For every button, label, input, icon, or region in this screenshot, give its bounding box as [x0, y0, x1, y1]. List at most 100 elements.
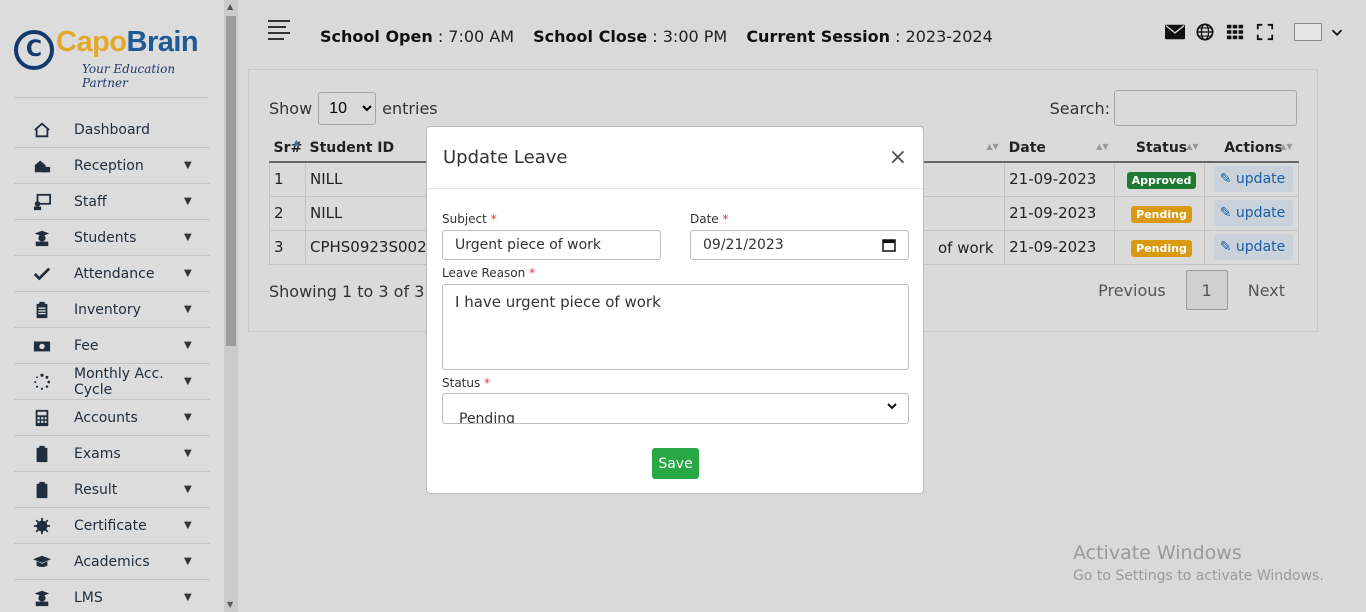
fullscreen-icon[interactable]	[1254, 22, 1276, 42]
clipboard-icon	[28, 445, 56, 463]
separator: :	[889, 27, 906, 46]
sidebar-item-certificate[interactable]: Certificate ▼	[14, 508, 210, 544]
scrollbar-thumb[interactable]	[226, 16, 236, 346]
sidebar-item-students[interactable]: Students ▼	[14, 220, 210, 256]
update-button[interactable]: ✎ update	[1213, 200, 1294, 226]
update-label: update	[1235, 205, 1286, 221]
pagination: Previous 1 Next	[1098, 270, 1285, 310]
sidebar-item-monthly-acc-cycle[interactable]: Monthly Acc. Cycle ▼	[14, 364, 210, 400]
sidebar-item-label: Students	[74, 229, 137, 246]
chevron-down-icon: ▼	[184, 340, 192, 351]
student-id: NILL	[309, 170, 343, 189]
cell-status: Approved	[1114, 161, 1205, 196]
student-icon	[28, 229, 56, 247]
pencil-icon: ✎	[1219, 205, 1232, 221]
sidebar: C CapoBrain Your Education Partner Dashb…	[0, 0, 224, 612]
reception-icon	[28, 157, 56, 175]
cell-sr: 3	[269, 229, 306, 265]
sidebar-item-academics[interactable]: Academics ▼	[14, 544, 210, 580]
chevron-down-icon: ▼	[184, 196, 192, 207]
column-header-sr[interactable]: Sr# ▲	[269, 134, 306, 163]
sidebar-item-reception[interactable]: Reception ▼	[14, 148, 210, 184]
sidebar-item-staff[interactable]: Staff ▼	[14, 184, 210, 220]
scroll-down-icon[interactable]: ▼	[227, 600, 233, 609]
entries-select[interactable]: 10	[318, 92, 377, 125]
chevron-down-icon: ▼	[184, 520, 192, 531]
cell-actions: ✎ update	[1204, 195, 1299, 230]
calendar-icon[interactable]	[882, 238, 896, 256]
sidebar-item-label: LMS	[74, 589, 103, 606]
top-header: School Open : 7:00 AM School Close : 3:0…	[238, 0, 1366, 68]
status-badge: Pending	[1131, 239, 1192, 257]
date-label: Date *	[690, 212, 729, 226]
header-actions	[1160, 22, 1352, 42]
current-session-value: 2023-2024	[905, 27, 993, 46]
column-header-actions[interactable]: Actions ▲▼	[1204, 134, 1299, 163]
scroll-up-icon[interactable]: ▲	[227, 2, 233, 11]
table-info: Showing 1 to 3 of 3 en	[269, 282, 450, 301]
reason-tail: of work	[937, 238, 994, 257]
logo-brain: Brain	[126, 26, 199, 58]
subject-input[interactable]: Urgent piece of work	[442, 230, 661, 260]
sidebar-item-dashboard[interactable]: Dashboard	[14, 112, 210, 148]
pagination-previous[interactable]: Previous	[1098, 281, 1166, 300]
required-marker: *	[529, 266, 536, 280]
column-header-date[interactable]: Date ▲▼	[1004, 134, 1115, 163]
sidebar-item-exams[interactable]: Exams ▼	[14, 436, 210, 472]
chevron-down-icon: ▼	[184, 268, 192, 279]
student-id: NILL	[309, 204, 343, 222]
chevron-down-icon: ▼	[184, 448, 192, 459]
status-badge: Pending	[1131, 205, 1192, 223]
chevron-down-icon: ▼	[184, 556, 192, 567]
watermark-subtitle: Go to Settings to activate Windows.	[1073, 568, 1324, 584]
staff-icon	[28, 193, 56, 211]
pagination-next[interactable]: Next	[1248, 281, 1285, 300]
sidebar-item-label: Monthly Acc. Cycle	[74, 365, 164, 398]
sidebar-item-accounts[interactable]: Accounts ▼	[14, 400, 210, 436]
cell-status: Pending	[1114, 229, 1205, 265]
logo-mark-icon: C	[14, 30, 54, 70]
update-button[interactable]: ✎ update	[1213, 234, 1294, 260]
sidebar-item-label: Fee	[74, 337, 99, 354]
clipboard-icon	[28, 481, 56, 499]
entries-length: Show 10 entries	[269, 92, 438, 125]
close-icon[interactable]: ×	[889, 145, 907, 170]
sidebar-item-fee[interactable]: Fee ▼	[14, 328, 210, 364]
pagination-page-1[interactable]: 1	[1185, 270, 1228, 310]
date-input[interactable]: 09/21/2023	[690, 230, 909, 260]
subject-label: Subject *	[442, 212, 497, 226]
column-header-status[interactable]: Status ▲▼	[1114, 134, 1205, 163]
leave-reason-textarea[interactable]: I have urgent piece of work	[442, 284, 909, 370]
school-close-value: 3:00 PM	[662, 27, 728, 46]
globe-icon[interactable]	[1194, 22, 1216, 42]
sidebar-item-lms[interactable]: LMS ▼	[14, 580, 210, 612]
save-button[interactable]: Save	[652, 448, 699, 479]
user-avatar[interactable]	[1294, 23, 1322, 41]
mail-icon[interactable]	[1164, 22, 1186, 42]
pencil-icon: ✎	[1219, 171, 1232, 188]
chevron-down-icon[interactable]	[1326, 22, 1348, 42]
update-button[interactable]: ✎ update	[1213, 166, 1294, 193]
chevron-down-icon: ▼	[184, 592, 192, 603]
home-icon	[28, 121, 56, 139]
sidebar-item-inventory[interactable]: Inventory ▼	[14, 292, 210, 328]
status-select[interactable]: Pending	[442, 393, 909, 424]
search-input[interactable]	[1114, 90, 1297, 126]
show-label: Show	[269, 99, 313, 118]
sidebar-scrollbar[interactable]: ▲ ▼	[224, 0, 238, 612]
logo-capo: Capo	[56, 26, 127, 58]
menu-toggle-icon[interactable]	[268, 20, 290, 44]
sidebar-item-result[interactable]: Result ▼	[14, 472, 210, 508]
chevron-down-icon: ▼	[184, 304, 192, 315]
sidebar-item-label: Academics	[74, 553, 150, 570]
header-label: Date	[1008, 139, 1046, 156]
sidebar-item-label: Dashboard	[74, 121, 150, 138]
calculator-icon	[28, 409, 56, 427]
sidebar-item-attendance[interactable]: Attendance ▼	[14, 256, 210, 292]
capobrain-logo[interactable]: C CapoBrain Your Education Partner	[14, 26, 210, 90]
apps-grid-icon[interactable]	[1224, 22, 1246, 42]
cell-date: 21-09-2023	[1004, 161, 1116, 196]
logo-wordmark: CapoBrain	[56, 26, 199, 59]
windows-activation-watermark: Activate Windows Go to Settings to activ…	[1073, 542, 1324, 584]
sidebar-item-label: Certificate	[74, 517, 147, 534]
